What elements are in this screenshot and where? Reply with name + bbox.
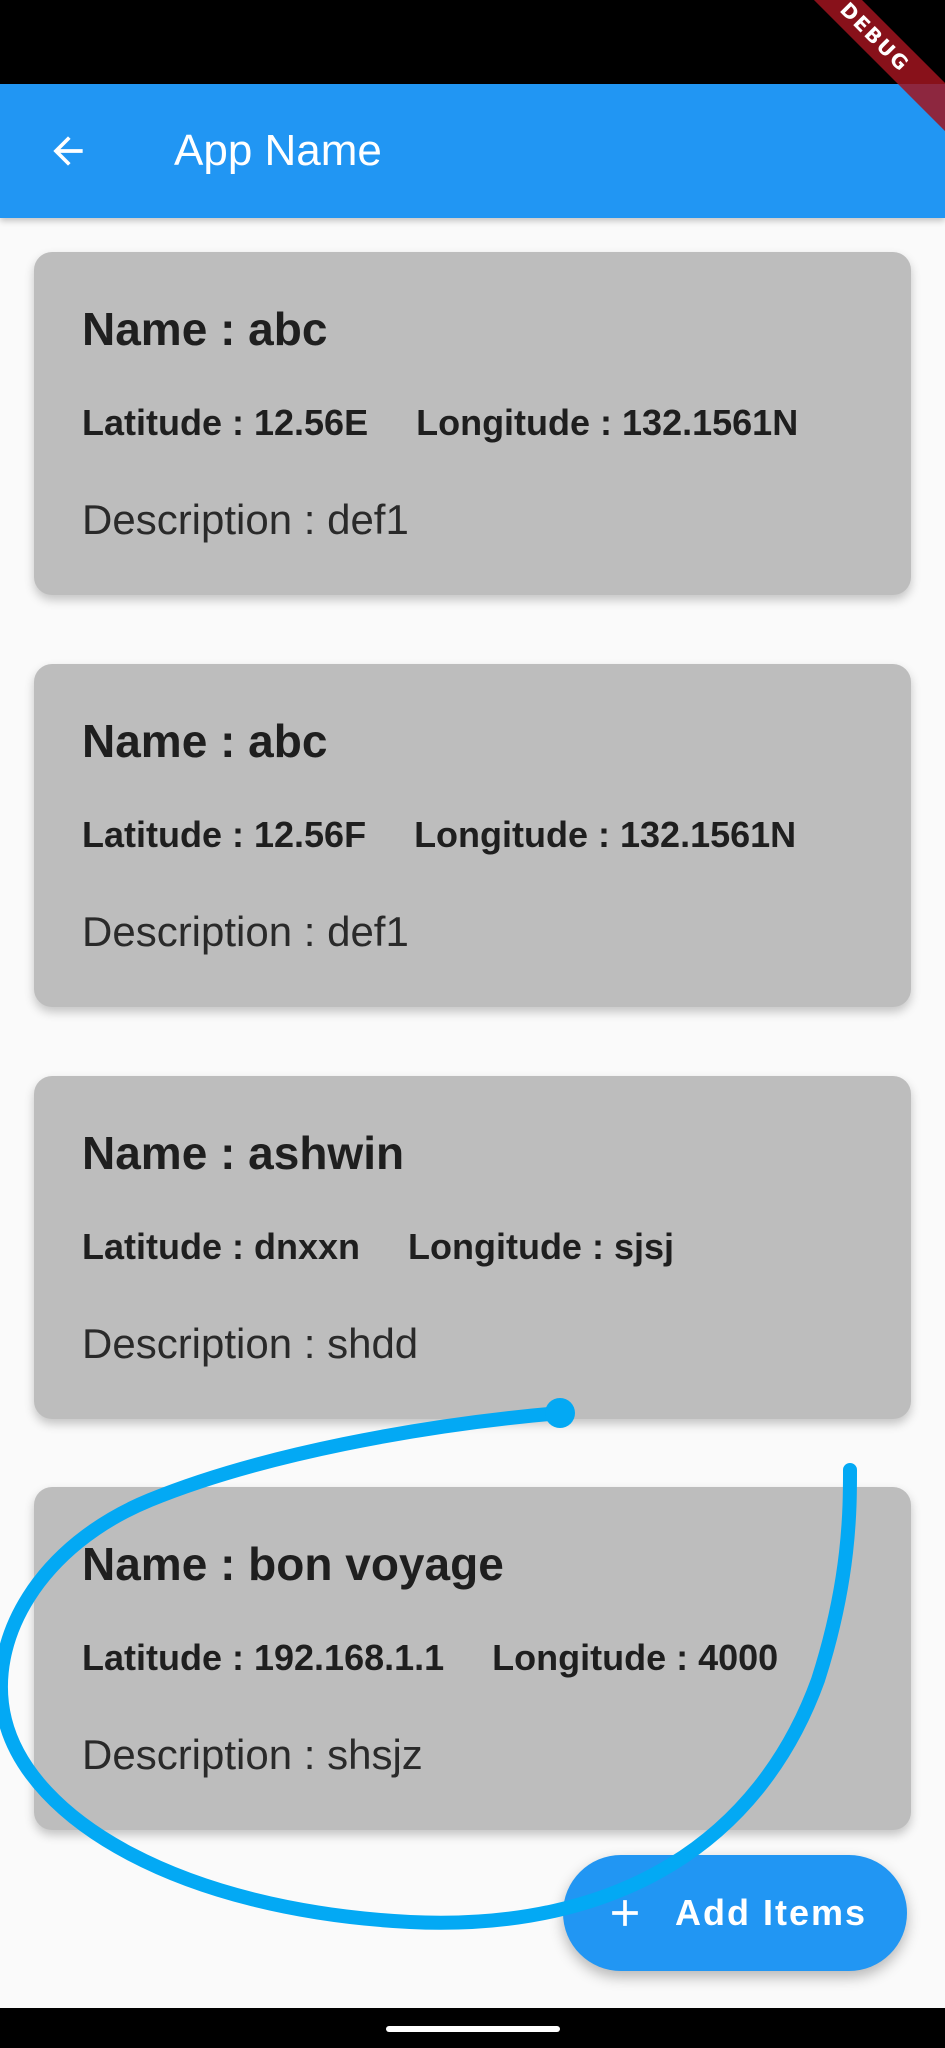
status-bar [0, 0, 945, 84]
item-description: Description : def1 [82, 908, 409, 955]
item-name: Name : abc [82, 303, 328, 355]
item-description: Description : shdd [82, 1320, 419, 1367]
app-bar: App Name [0, 84, 945, 218]
item-coordinates: Latitude : 12.56E Longitude : 132.1561N [82, 402, 798, 444]
item-longitude: Longitude : 132.1561N [414, 814, 797, 855]
page-title: App Name [174, 126, 382, 175]
list-item[interactable]: Name : abc Latitude : 12.56F Longitude :… [34, 664, 911, 1007]
add-items-button[interactable]: Add Items [563, 1855, 907, 1971]
item-latitude: Latitude : dnxxn [82, 1226, 360, 1267]
list-item[interactable]: Name : ashwin Latitude : dnxxn Longitude… [34, 1076, 911, 1419]
system-nav-bar [0, 2008, 945, 2048]
list-item[interactable]: Name : bon voyage Latitude : 192.168.1.1… [34, 1487, 911, 1830]
back-button[interactable] [28, 117, 108, 185]
item-description: Description : shsjz [82, 1731, 423, 1778]
item-latitude: Latitude : 192.168.1.1 [82, 1637, 445, 1678]
item-coordinates: Latitude : 12.56F Longitude : 132.1561N [82, 814, 796, 856]
item-latitude: Latitude : 12.56F [82, 814, 367, 855]
item-name: Name : abc [82, 715, 328, 767]
item-description: Description : def1 [82, 496, 409, 543]
item-longitude: Longitude : 132.1561N [416, 402, 799, 443]
item-coordinates: Latitude : dnxxn Longitude : sjsj [82, 1226, 674, 1268]
add-items-label: Add Items [674, 1892, 868, 1933]
item-name: Name : bon voyage [82, 1538, 504, 1590]
home-handle[interactable] [386, 2026, 560, 2032]
item-name: Name : ashwin [82, 1127, 405, 1179]
item-longitude: Longitude : 4000 [492, 1637, 779, 1678]
item-coordinates: Latitude : 192.168.1.1 Longitude : 4000 [82, 1637, 778, 1679]
arrow-back-icon [53, 136, 83, 166]
plus-icon [612, 1900, 638, 1926]
list-item[interactable]: Name : abc Latitude : 12.56E Longitude :… [34, 252, 911, 595]
item-latitude: Latitude : 12.56E [82, 402, 369, 443]
item-longitude: Longitude : sjsj [408, 1226, 674, 1267]
